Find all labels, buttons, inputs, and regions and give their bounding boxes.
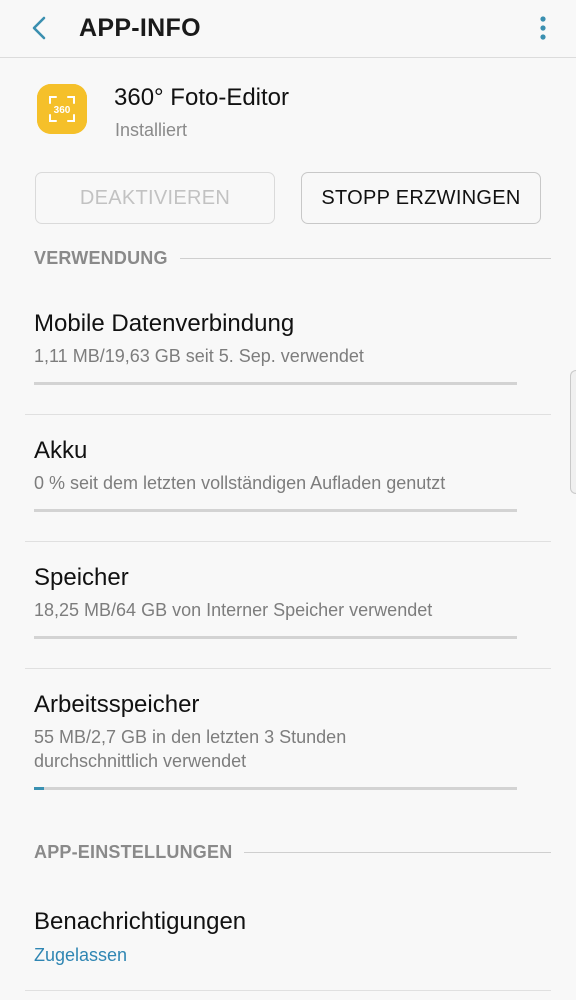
app-icon: 360 <box>37 84 87 134</box>
list-item-subtitle: 0 % seit dem letzten vollständigen Aufla… <box>34 473 446 493</box>
usage-progress-fill <box>34 787 44 790</box>
section-header-usage-label: VERWENDUNG <box>34 247 168 268</box>
chevron-left-icon <box>32 16 46 40</box>
list-item-subtitle: 18,25 MB/64 GB von Interner Speicher ver… <box>34 600 433 620</box>
app-bar: APP-INFO <box>0 0 576 58</box>
more-options-button[interactable] <box>534 14 552 42</box>
app-install-status: Installiert <box>115 120 188 140</box>
back-button[interactable] <box>24 12 56 44</box>
photo-editor-360-icon: 360 <box>37 84 87 134</box>
section-rule <box>179 257 551 259</box>
section-rule <box>244 851 551 853</box>
list-item-subtitle: Zugelassen <box>34 945 128 965</box>
app-icon-label: 360 <box>54 105 71 116</box>
list-item-subtitle: 1,11 MB/19,63 GB seit 5. Sep. verwendet <box>34 346 364 366</box>
list-item-battery[interactable]: Akku 0 % seit dem letzten vollständigen … <box>0 415 576 541</box>
usage-progress-bar <box>34 509 517 512</box>
usage-progress-bar <box>34 787 517 790</box>
list-item-notifications[interactable]: Benachrichtigungen Zugelassen <box>0 886 576 990</box>
list-item-mobile-data[interactable]: Mobile Datenverbindung 1,11 MB/19,63 GB … <box>0 288 576 414</box>
section-header-usage: VERWENDUNG <box>34 246 551 270</box>
app-header: 360 360° Foto-Editor Installiert <box>0 60 576 160</box>
section-header-app-settings: APP-EINSTELLUNGEN <box>34 840 551 864</box>
list-item-title: Benachrichtigungen <box>34 908 247 935</box>
list-item-subtitle-line1: 55 MB/2,7 GB in den letzten 3 Stunden <box>34 727 347 747</box>
list-item-title: Mobile Datenverbindung <box>34 310 295 337</box>
page-title: APP-INFO <box>79 14 201 42</box>
disable-button[interactable]: DEAKTIVIEREN <box>35 172 275 224</box>
edge-panel-handle[interactable] <box>570 370 576 494</box>
list-item-title: Arbeitsspeicher <box>34 691 200 718</box>
list-item-storage[interactable]: Speicher 18,25 MB/64 GB von Interner Spe… <box>0 542 576 668</box>
list-item-title: Akku <box>34 437 88 464</box>
list-item-memory[interactable]: Arbeitsspeicher 55 MB/2,7 GB in den letz… <box>0 669 576 819</box>
section-header-app-settings-label: APP-EINSTELLUNGEN <box>34 841 233 862</box>
usage-progress-bar <box>34 636 517 639</box>
more-vert-icon <box>540 16 546 40</box>
divider <box>25 990 551 991</box>
usage-progress-bar <box>34 382 517 385</box>
app-name: 360° Foto-Editor <box>114 84 290 111</box>
list-item-subtitle-line2: durchschnittlich verwendet <box>34 751 247 771</box>
list-item-title: Speicher <box>34 564 129 591</box>
force-stop-button[interactable]: STOPP ERZWINGEN <box>301 172 541 224</box>
